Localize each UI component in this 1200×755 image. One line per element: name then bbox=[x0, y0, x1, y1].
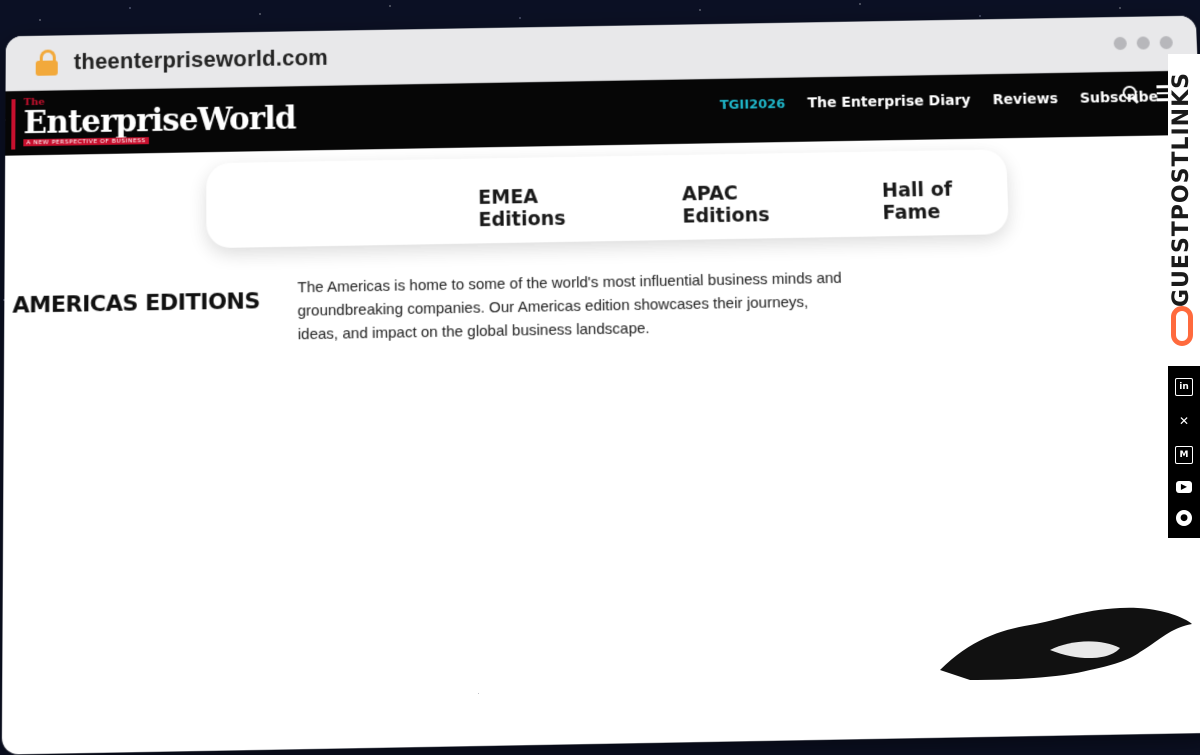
emea-editions-link[interactable]: EMEA Editions bbox=[478, 184, 622, 231]
nav-subscribe[interactable]: Subscribe bbox=[1080, 89, 1159, 106]
intro-text: The Americas is home to some of the worl… bbox=[297, 267, 844, 347]
top-navigation: TGII2026 The Enterprise Diary Reviews Su… bbox=[720, 89, 1159, 113]
site-logo[interactable]: The EnterpriseWorld A NEW PERSPECTIVE OF… bbox=[11, 94, 316, 150]
medium-icon[interactable]: M bbox=[1175, 446, 1193, 464]
window-controls bbox=[1113, 36, 1173, 50]
lock-icon bbox=[36, 49, 58, 75]
logo-tagline: A NEW PERSPECTIVE OF BUSINESS bbox=[23, 137, 149, 146]
hall-of-fame-link[interactable]: Hall of Fame bbox=[882, 177, 1009, 224]
window-dot[interactable] bbox=[1159, 36, 1173, 49]
apac-editions-link[interactable]: APAC Editions bbox=[682, 181, 823, 228]
window-dot[interactable] bbox=[1136, 36, 1150, 49]
linkedin-icon[interactable]: in bbox=[1175, 378, 1193, 396]
nav-enterprise-diary[interactable]: The Enterprise Diary bbox=[807, 93, 971, 112]
reddit-icon[interactable]: ● bbox=[1176, 510, 1192, 526]
page-title: AMERICAS EDITIONS bbox=[12, 289, 260, 319]
link-icon bbox=[1171, 306, 1193, 346]
window-dot[interactable] bbox=[1113, 37, 1126, 50]
logo-name: EnterpriseWorld bbox=[23, 100, 295, 141]
address-bar[interactable]: theenterpriseworld.com bbox=[74, 45, 328, 75]
x-icon[interactable]: ✕ bbox=[1176, 413, 1192, 429]
nav-reviews[interactable]: Reviews bbox=[992, 91, 1058, 108]
nav-tgii2026[interactable]: TGII2026 bbox=[720, 96, 786, 112]
social-bar: in ✕ M ▶ ● bbox=[1168, 366, 1200, 538]
youtube-icon[interactable]: ▶ bbox=[1176, 481, 1192, 493]
editions-menu: EMEA Editions APAC Editions Hall of Fame bbox=[206, 149, 1009, 248]
search-icon[interactable] bbox=[1122, 86, 1139, 102]
decorative-map-graphic bbox=[930, 600, 1200, 680]
guestpostlinks-label[interactable]: GUESTPOSTLINKS bbox=[1169, 72, 1194, 307]
